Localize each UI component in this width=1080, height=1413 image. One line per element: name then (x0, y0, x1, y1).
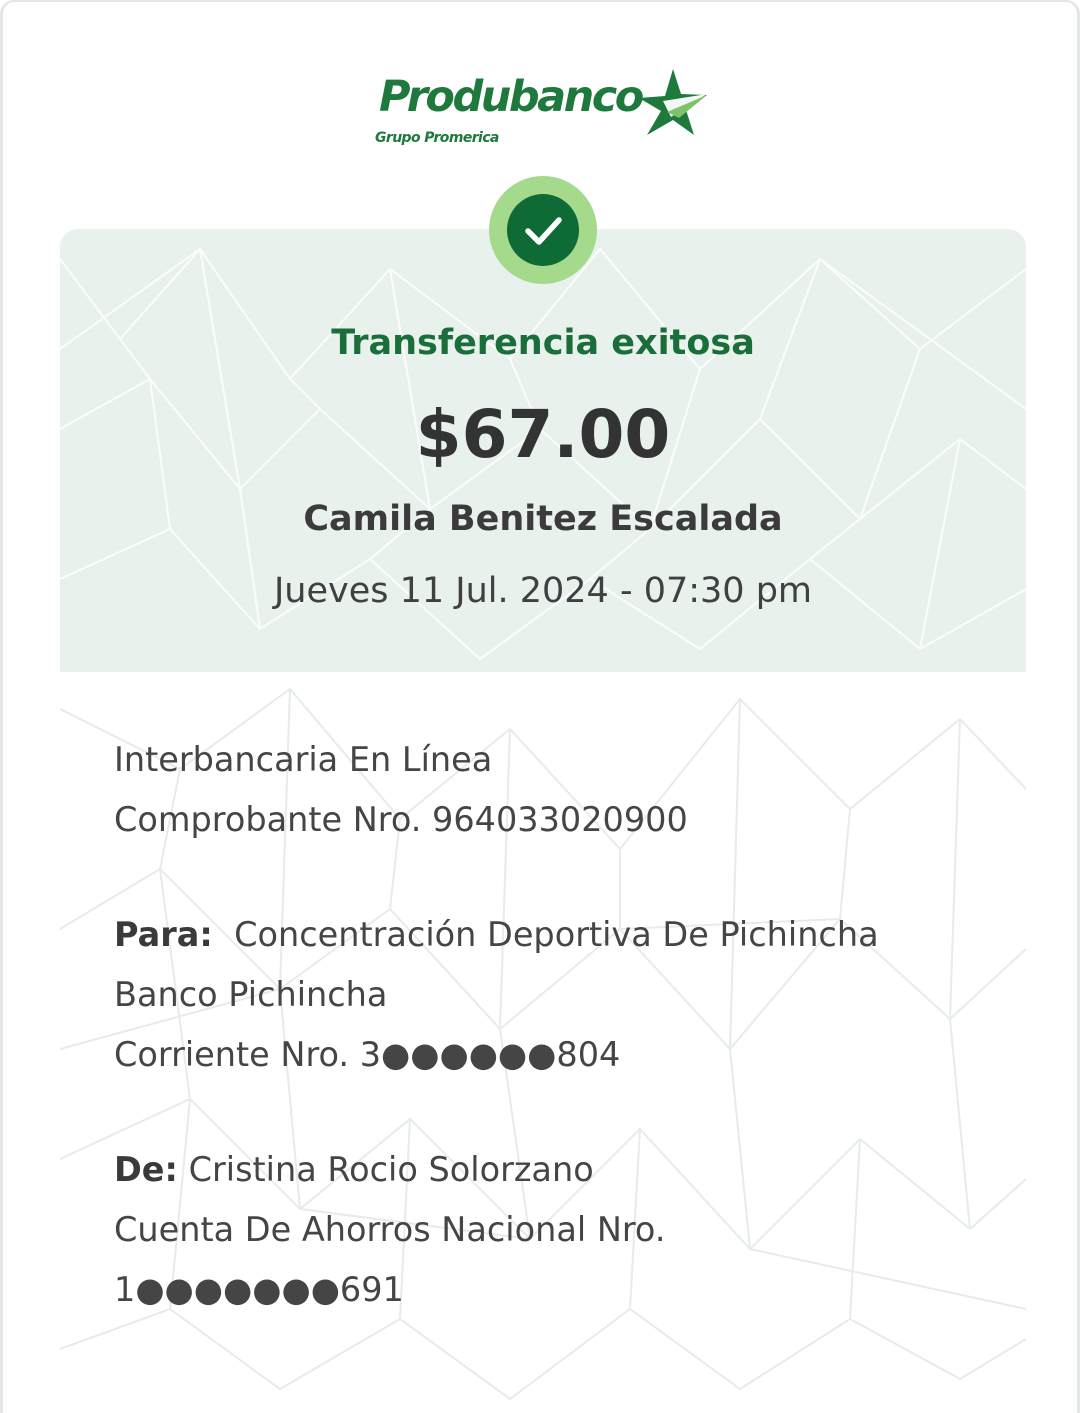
from-account-number: 1●●●●●●●691 (114, 1270, 404, 1309)
from-line: De: Cristina Rocio Solorzano (114, 1147, 594, 1193)
success-badge (489, 176, 597, 284)
check-circle-icon (507, 194, 579, 266)
to-label: Para: (114, 915, 213, 954)
to-account: Corriente Nro. 3●●●●●●804 (114, 1035, 621, 1074)
to-line: Para: Concentración Deportiva De Pichinc… (114, 912, 879, 958)
receipt-page: Produbanco Grupo Promerica Transferencia… (0, 0, 1080, 1413)
to-bank: Banco Pichincha (114, 975, 388, 1014)
produbanco-logo: Produbanco Grupo Promerica (375, 68, 715, 154)
transfer-amount: $67.00 (415, 396, 671, 473)
star-logo-icon (639, 69, 707, 135)
from-name: Cristina Rocio Solorzano (188, 1150, 594, 1189)
to-name: Concentración Deportiva De Pichincha (234, 915, 879, 954)
transfer-type: Interbancaria En Línea (114, 740, 493, 779)
from-label: De: (114, 1150, 178, 1189)
from-account-type: Cuenta De Ahorros Nacional Nro. (114, 1210, 666, 1249)
transfer-datetime: Jueves 11 Jul. 2024 - 07:30 pm (273, 571, 813, 611)
logo-name: Produbanco (379, 72, 644, 122)
recipient-name: Camila Benitez Escalada (303, 499, 783, 539)
receipt-number: Comprobante Nro. 964033020900 (114, 800, 688, 839)
transfer-status-title: Transferencia exitosa (331, 323, 755, 363)
logo-subtitle: Grupo Promerica (375, 130, 499, 146)
